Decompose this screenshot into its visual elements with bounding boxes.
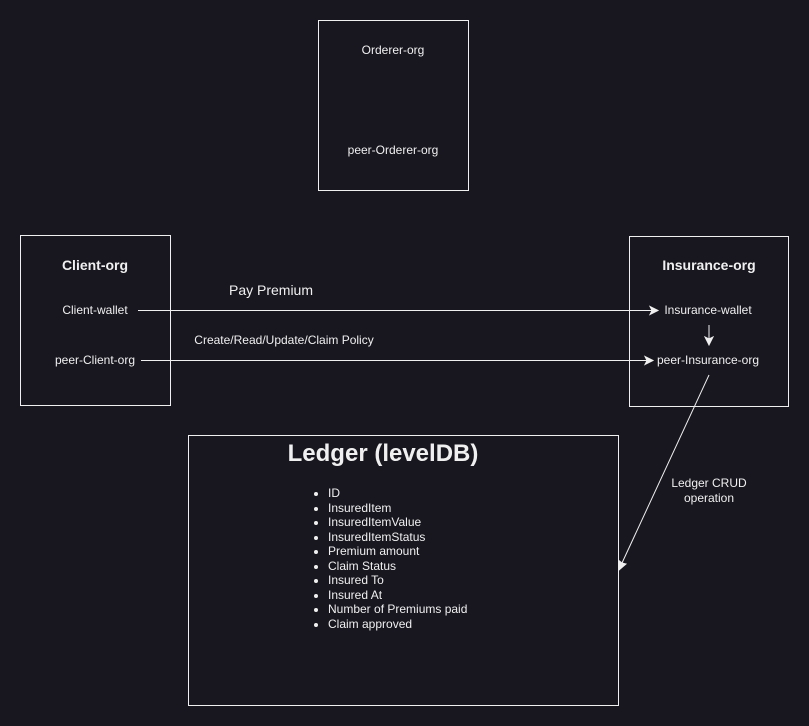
connectors: [138, 305, 715, 572]
ledger-crud-edge: [621, 374, 710, 564]
